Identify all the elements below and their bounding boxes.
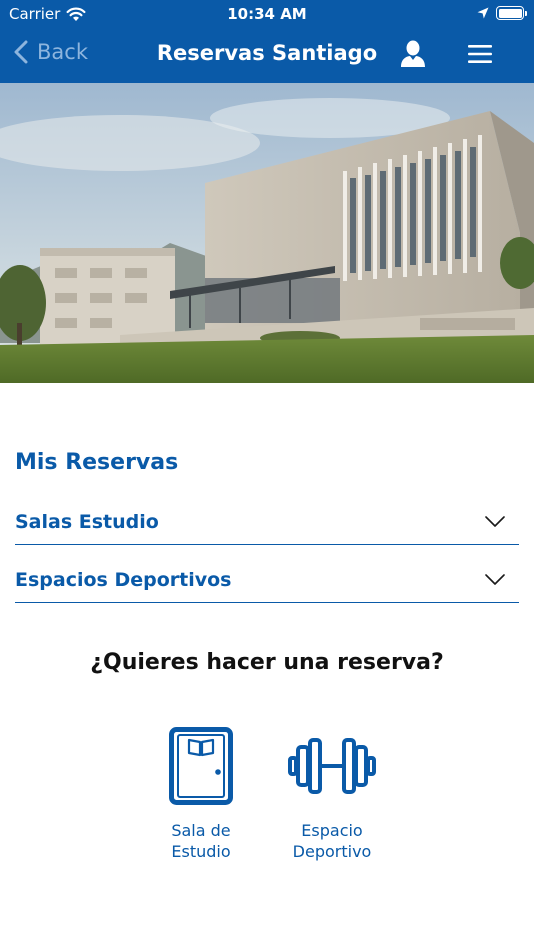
chevron-down-icon	[485, 574, 505, 585]
user-icon[interactable]	[400, 40, 426, 68]
study-room-door-icon	[169, 727, 233, 805]
dumbbell-icon	[288, 738, 376, 794]
hamburger-menu-icon[interactable]	[468, 44, 492, 64]
accordion-label: Salas Estudio	[15, 511, 159, 533]
status-indicators	[477, 6, 527, 20]
location-arrow-icon	[477, 7, 489, 19]
app-header: Carrier 10:34 AM Back Reservas Santiago	[0, 0, 534, 83]
status-bar: Carrier 10:34 AM	[0, 0, 534, 28]
chevron-down-icon	[485, 516, 505, 527]
accordion-salas-estudio[interactable]: Salas Estudio	[15, 503, 519, 545]
mis-reservas-title: Mis Reservas	[15, 450, 179, 475]
chevron-left-icon	[14, 40, 28, 64]
back-button[interactable]: Back	[14, 40, 88, 64]
back-label: Back	[37, 40, 88, 64]
sala-de-estudio-label: Sala de Estudio	[171, 821, 231, 861]
accordion-label: Espacios Deportivos	[15, 569, 232, 591]
espacio-deportivo-label: Espacio Deportivo	[292, 821, 372, 861]
espacio-deportivo-button[interactable]: Espacio Deportivo	[272, 726, 392, 862]
sala-de-estudio-button[interactable]: Sala de Estudio	[141, 726, 261, 862]
battery-full-icon	[496, 6, 527, 20]
hero-image	[0, 83, 534, 383]
accordion-espacios-deportivos[interactable]: Espacios Deportivos	[15, 561, 519, 603]
booking-prompt: ¿Quieres hacer una reserva?	[90, 650, 444, 675]
navigation-bar: Back Reservas Santiago	[0, 28, 534, 83]
status-time: 10:34 AM	[227, 5, 307, 23]
